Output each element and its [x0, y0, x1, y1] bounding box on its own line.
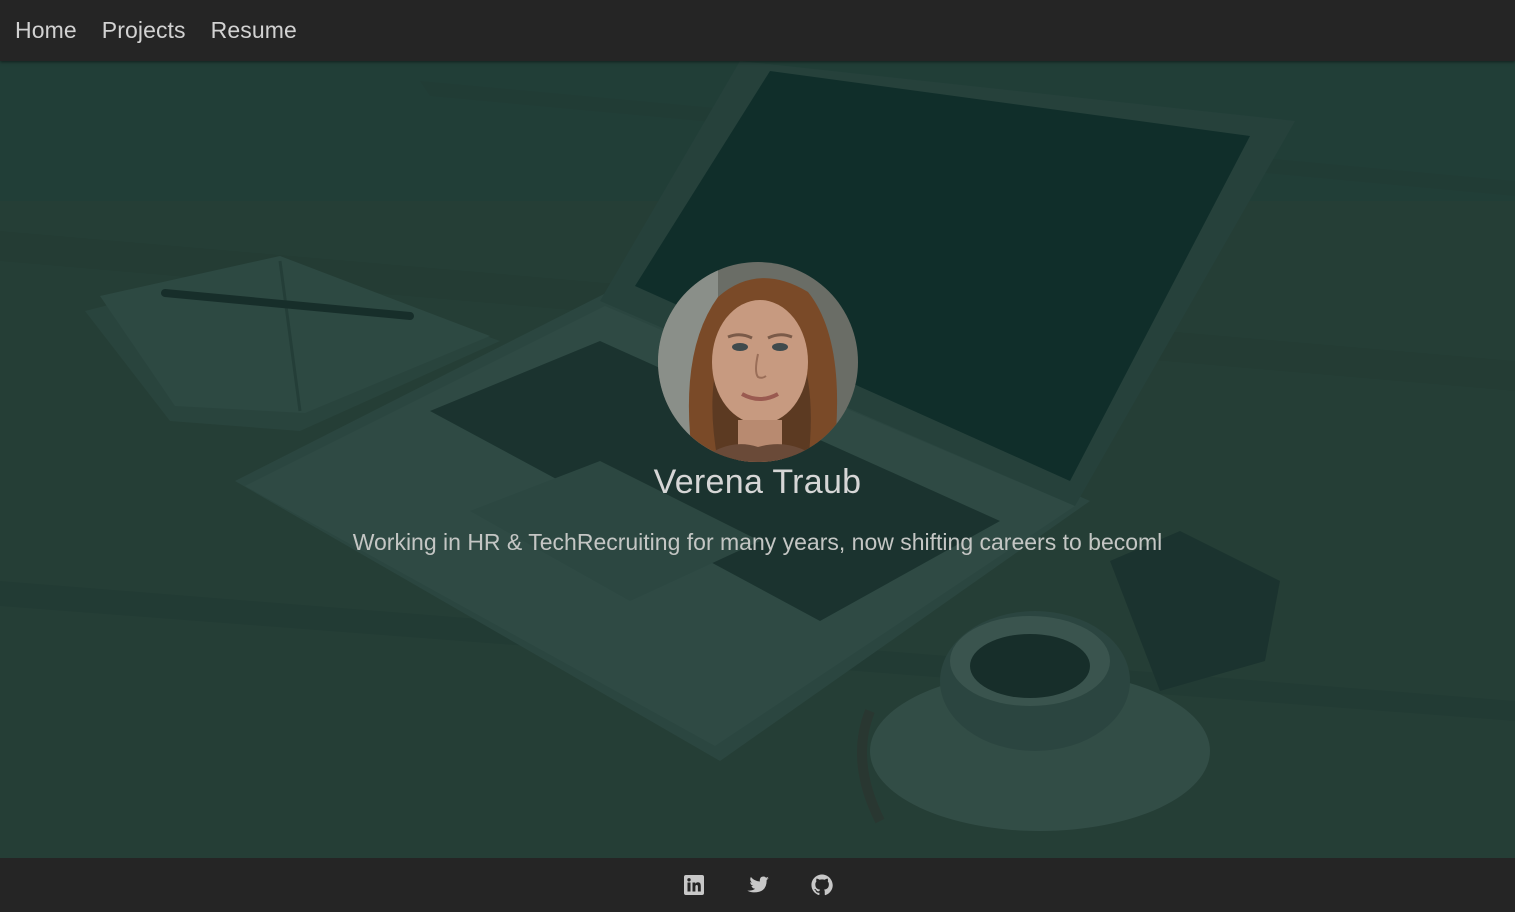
profile-avatar — [658, 262, 858, 462]
twitter-link[interactable] — [746, 873, 770, 897]
footer — [0, 858, 1515, 912]
profile-name: Verena Traub — [653, 463, 862, 501]
nav-link-projects[interactable]: Projects — [102, 17, 186, 44]
github-icon — [810, 874, 833, 896]
nav-link-resume[interactable]: Resume — [211, 17, 297, 44]
linkedin-link[interactable] — [682, 873, 706, 897]
top-navbar: Home Projects Resume — [0, 0, 1515, 61]
nav-link-home[interactable]: Home — [15, 17, 77, 44]
profile-tagline: Working in HR & TechRecruiting for many … — [352, 529, 1163, 555]
linkedin-icon — [683, 875, 704, 895]
twitter-icon — [746, 876, 769, 893]
github-link[interactable] — [810, 873, 834, 897]
page: Home Projects Resume Verena Traub Workin… — [0, 0, 1515, 912]
nav-links: Home Projects Resume — [0, 0, 1515, 61]
hero-section: Verena Traub Working in HR & TechRecruit… — [0, 61, 1515, 858]
